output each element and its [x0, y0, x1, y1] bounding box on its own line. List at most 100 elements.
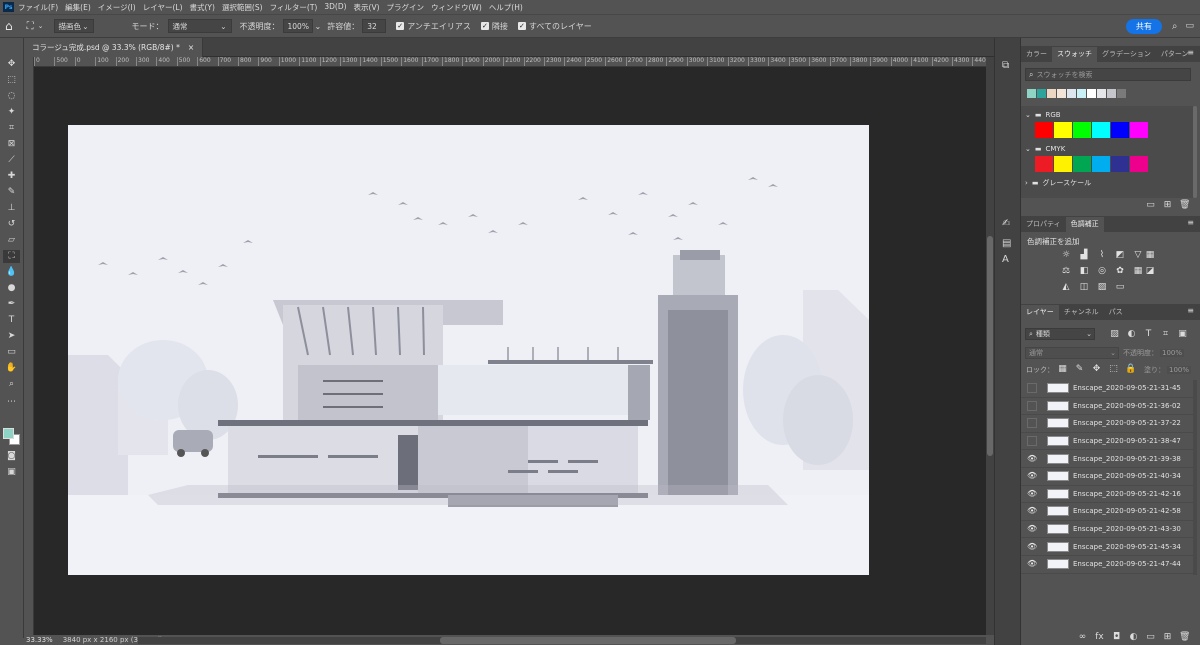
- invert-icon[interactable]: ◪: [1141, 265, 1159, 277]
- swatch[interactable]: [1087, 89, 1096, 98]
- crop-tool-icon[interactable]: ⌗: [3, 122, 20, 135]
- visibility-toggle[interactable]: [1027, 436, 1037, 447]
- rectangle-tool-icon[interactable]: ▭: [3, 346, 20, 359]
- character-panel-icon[interactable]: A: [1002, 254, 1009, 265]
- lock-artboard-icon[interactable]: ⬚: [1108, 364, 1119, 375]
- menu-item[interactable]: 3D(D): [324, 2, 346, 13]
- selective-color-icon[interactable]: ▨: [1093, 281, 1111, 293]
- levels-icon[interactable]: ▟: [1075, 249, 1093, 261]
- workspace-icon[interactable]: ▭: [1185, 21, 1194, 31]
- all-layers-checkbox[interactable]: ✓: [517, 22, 526, 30]
- horizontal-scroll-thumb[interactable]: [440, 637, 736, 644]
- visibility-toggle[interactable]: [1027, 400, 1037, 411]
- zoom-tool-icon[interactable]: ⌕: [3, 378, 20, 391]
- opacity-input[interactable]: 100%: [282, 19, 313, 33]
- panel-menu-icon[interactable]: ≡: [1187, 48, 1194, 57]
- swatch[interactable]: [1092, 156, 1110, 172]
- visibility-eye-icon[interactable]: 👁: [1027, 506, 1037, 516]
- foreground-color-swatch[interactable]: [3, 428, 14, 439]
- history-brush-tool-icon[interactable]: ↺: [3, 218, 20, 231]
- paint-bucket-tool-icon[interactable]: ⛶: [3, 250, 20, 263]
- menu-item[interactable]: 選択範囲(S): [222, 2, 263, 13]
- new-group-icon[interactable]: ▭: [1145, 200, 1156, 211]
- chevron-right-icon[interactable]: ›: [1025, 179, 1028, 187]
- menu-item[interactable]: ファイル(F): [18, 2, 58, 13]
- vertical-scroll-thumb[interactable]: [987, 236, 993, 456]
- quick-mask-icon[interactable]: ◙: [3, 450, 20, 463]
- swatch[interactable]: [1027, 89, 1036, 98]
- home-icon[interactable]: ⌂: [5, 19, 13, 33]
- layer-row[interactable]: 👁 Enscape_2020-09-05-21-40-34: [1021, 468, 1193, 486]
- share-button[interactable]: 共有: [1125, 18, 1162, 34]
- swatch-group-header[interactable]: › ▬ グレースケール: [1025, 177, 1091, 189]
- panel-tab[interactable]: 色調補正: [1065, 217, 1104, 232]
- panel-tab[interactable]: カラー: [1021, 47, 1052, 62]
- threshold-icon[interactable]: ◫: [1075, 281, 1093, 293]
- chevron-down-icon[interactable]: ⌄: [315, 22, 322, 31]
- swatch[interactable]: [1054, 156, 1072, 172]
- visibility-eye-icon[interactable]: 👁: [1027, 559, 1037, 569]
- swatch[interactable]: [1037, 89, 1046, 98]
- swatch-group-header[interactable]: ⌄ ▬ CMYK: [1025, 143, 1065, 155]
- channel-mixer-icon[interactable]: ✿: [1111, 265, 1129, 277]
- swatch[interactable]: [1077, 89, 1086, 98]
- path-selection-tool-icon[interactable]: ➤: [3, 330, 20, 343]
- layer-style-icon[interactable]: fx: [1094, 632, 1105, 643]
- visibility-eye-icon[interactable]: 👁: [1027, 489, 1037, 499]
- close-icon[interactable]: ×: [188, 43, 194, 52]
- swatch[interactable]: [1130, 156, 1148, 172]
- link-layers-icon[interactable]: ∞: [1077, 632, 1088, 643]
- history-panel-icon[interactable]: ⧉: [1002, 60, 1009, 71]
- chevron-down-icon[interactable]: ⌄: [1025, 145, 1031, 153]
- type-filter-icon[interactable]: T: [1143, 329, 1154, 340]
- layer-row[interactable]: Enscape_2020-09-05-21-36-02: [1021, 398, 1193, 416]
- layer-row[interactable]: 👁 Enscape_2020-09-05-21-47-44: [1021, 556, 1193, 574]
- visibility-eye-icon[interactable]: 👁: [1027, 471, 1037, 481]
- layer-row[interactable]: Enscape_2020-09-05-21-38-47: [1021, 433, 1193, 451]
- adjustment-filter-icon[interactable]: ◐: [1126, 329, 1137, 340]
- visibility-eye-icon[interactable]: 👁: [1027, 454, 1037, 464]
- screen-mode-icon[interactable]: ▣: [3, 466, 20, 479]
- exposure-icon[interactable]: ◩: [1111, 249, 1129, 261]
- swatch-search-field[interactable]: ⌕ スウォッチを検索: [1025, 68, 1191, 81]
- black-white-icon[interactable]: ◧: [1075, 265, 1093, 277]
- lock-position-icon[interactable]: ✥: [1091, 364, 1102, 375]
- panel-menu-icon[interactable]: ≡: [1187, 306, 1194, 315]
- chevron-down-icon[interactable]: ⌄: [1025, 111, 1031, 119]
- lock-image-icon[interactable]: ✎: [1074, 364, 1085, 375]
- layer-row[interactable]: 👁 Enscape_2020-09-05-21-43-30: [1021, 521, 1193, 539]
- fill-value[interactable]: 100%: [1166, 365, 1191, 374]
- lock-all-icon[interactable]: 🔒: [1125, 364, 1136, 375]
- posterize-icon[interactable]: ◭: [1057, 281, 1075, 293]
- swatch[interactable]: [1073, 122, 1091, 138]
- comments-panel-icon[interactable]: ✍: [1002, 218, 1010, 229]
- swatch[interactable]: [1057, 89, 1066, 98]
- trash-icon[interactable]: 🗑: [1179, 200, 1190, 211]
- layer-opacity-value[interactable]: 100%: [1160, 348, 1185, 357]
- zoom-level[interactable]: 33.33%: [26, 636, 53, 644]
- stamp-tool-icon[interactable]: ⊥: [3, 202, 20, 215]
- trash-icon[interactable]: 🗑: [1179, 632, 1190, 643]
- layer-mask-icon[interactable]: ◘: [1111, 632, 1122, 643]
- layer-row[interactable]: Enscape_2020-09-05-21-37-22: [1021, 415, 1193, 433]
- menu-item[interactable]: ウィンドウ(W): [431, 2, 482, 13]
- magic-wand-tool-icon[interactable]: ✦: [3, 106, 20, 119]
- swatch[interactable]: [1092, 122, 1110, 138]
- lock-transparency-icon[interactable]: ▦: [1057, 364, 1068, 375]
- document-image[interactable]: [68, 125, 869, 575]
- menu-item[interactable]: イメージ(I): [98, 2, 136, 13]
- swatch[interactable]: [1130, 122, 1148, 138]
- healing-brush-tool-icon[interactable]: ✚: [3, 170, 20, 183]
- mode-select[interactable]: 通常 ⌄: [167, 19, 232, 33]
- swatch[interactable]: [1073, 156, 1091, 172]
- pixel-filter-icon[interactable]: ▨: [1109, 329, 1120, 340]
- frame-tool-icon[interactable]: ⊠: [3, 138, 20, 151]
- panel-tab[interactable]: レイヤー: [1021, 305, 1059, 320]
- panel-tab[interactable]: グラデーション: [1097, 47, 1156, 62]
- menu-item[interactable]: 表示(V): [354, 2, 380, 13]
- swatch[interactable]: [1047, 89, 1056, 98]
- adjustment-layer-icon[interactable]: ◐: [1128, 632, 1139, 643]
- visibility-toggle[interactable]: [1027, 418, 1037, 429]
- swatch[interactable]: [1035, 156, 1053, 172]
- hand-tool-icon[interactable]: ✋: [3, 362, 20, 375]
